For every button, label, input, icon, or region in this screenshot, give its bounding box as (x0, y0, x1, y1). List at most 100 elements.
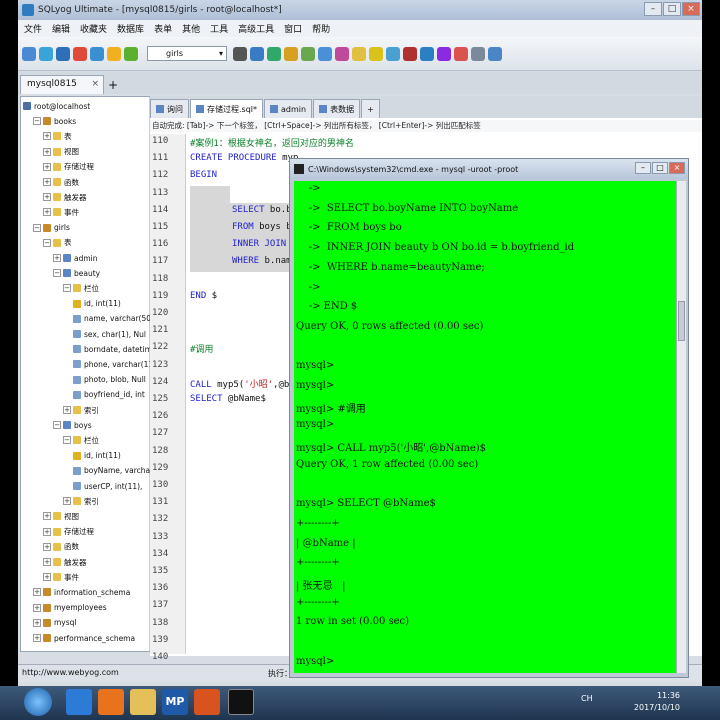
tree-item[interactable]: root@localhost (23, 99, 90, 113)
schema-icon[interactable] (335, 46, 349, 61)
tree-item[interactable]: + performance_schema (33, 631, 135, 645)
office-icon[interactable] (194, 689, 220, 715)
menu-item[interactable]: 高级工具 (238, 22, 274, 35)
tree-item[interactable]: − 栏位 (63, 433, 99, 447)
menu-item[interactable]: 表单 (154, 22, 172, 35)
report-icon[interactable] (454, 46, 468, 61)
query-icon[interactable] (267, 46, 281, 61)
editor-tab[interactable]: 存储过程.sql* (190, 99, 264, 118)
tree-item[interactable]: − boys (53, 418, 92, 432)
close-icon[interactable]: × (91, 79, 99, 89)
editor-tab[interactable]: 表数据 (313, 99, 361, 118)
mp-icon[interactable]: MP (162, 689, 188, 715)
minimize-button[interactable]: – (644, 2, 662, 16)
add-connection-button[interactable]: + (108, 76, 118, 94)
table-icon[interactable] (250, 46, 264, 61)
start-button[interactable] (24, 688, 52, 716)
expand-icon[interactable]: + (43, 512, 51, 521)
cmd-maximize-button[interactable]: □ (652, 162, 668, 174)
tree-item[interactable]: id, int(11) (73, 297, 121, 311)
tree-item[interactable]: + 视图 (43, 509, 79, 523)
sync-icon[interactable] (369, 46, 383, 61)
expand-icon[interactable]: + (63, 497, 71, 506)
tree-item[interactable]: phone, varchar(11 (73, 357, 153, 371)
tree-item[interactable]: + mysql (33, 616, 77, 630)
expand-icon[interactable]: + (43, 573, 51, 582)
expand-icon[interactable]: + (53, 254, 61, 262)
tree-item[interactable]: − beauty (53, 266, 100, 280)
tree-item[interactable]: + myemployees (33, 601, 107, 615)
tree-item[interactable]: + 触发器 (43, 555, 87, 569)
expand-icon[interactable]: + (43, 132, 51, 141)
editor-tab[interactable]: 询问 (150, 99, 189, 118)
tree-item[interactable]: + 存储过程 (43, 160, 94, 174)
expand-icon[interactable]: + (43, 193, 51, 202)
expand-icon[interactable]: + (43, 178, 51, 186)
ie-icon[interactable] (66, 689, 92, 715)
cmd-scrollbar[interactable] (676, 181, 686, 673)
delete-icon[interactable] (403, 46, 417, 61)
editor-tab[interactable]: admin (264, 99, 313, 118)
tree-item[interactable]: + 表 (43, 129, 72, 143)
import-icon[interactable] (318, 46, 332, 61)
expand-icon[interactable]: + (33, 588, 41, 597)
collapse-icon[interactable]: − (53, 421, 61, 430)
tree-item[interactable]: + 视图 (43, 145, 79, 159)
refresh-icon[interactable] (90, 46, 104, 61)
tree-item[interactable]: + information_schema (33, 585, 130, 599)
tree-item[interactable]: sex, char(1), Nul (73, 327, 146, 341)
firefox-icon[interactable] (98, 689, 124, 715)
tree-item[interactable]: − books (33, 114, 76, 128)
cmd-close-button[interactable]: × (669, 162, 685, 174)
settings-icon[interactable] (233, 46, 247, 61)
expand-icon[interactable]: + (43, 147, 51, 156)
menu-item[interactable]: 其他 (182, 22, 200, 35)
editor-tab[interactable]: + (361, 99, 380, 118)
tree-item[interactable]: + 函数 (43, 175, 79, 189)
cmd-scrollbar-thumb[interactable] (678, 301, 685, 341)
grid-icon[interactable] (471, 46, 485, 61)
stop-icon[interactable] (73, 46, 87, 61)
menu-item[interactable]: 数据库 (117, 22, 144, 35)
close-button[interactable]: × (682, 2, 700, 16)
cmd-taskbar-icon[interactable] (228, 689, 254, 715)
tree-item[interactable]: + 函数 (43, 540, 79, 554)
tree-item[interactable]: photo, blob, Null (73, 373, 146, 387)
mysql-console[interactable]: -> -> SELECT bo.boyName INTO boyName -> … (294, 181, 676, 673)
collapse-icon[interactable]: − (63, 436, 71, 445)
collapse-icon[interactable]: − (43, 238, 51, 247)
star-icon[interactable] (107, 46, 121, 61)
maximize-button[interactable]: □ (663, 2, 681, 16)
expand-icon[interactable]: + (43, 527, 51, 536)
tree-item[interactable]: + 索引 (63, 403, 99, 417)
backup-icon[interactable] (352, 46, 366, 61)
expand-icon[interactable]: + (43, 208, 51, 217)
menu-item[interactable]: 文件 (24, 22, 42, 35)
tree-item[interactable]: + 事件 (43, 205, 79, 219)
lock-icon[interactable] (284, 46, 298, 61)
menu-item[interactable]: 窗口 (284, 22, 302, 35)
status-url[interactable]: http://www.webyog.com (22, 668, 119, 677)
tree-item[interactable]: + 触发器 (43, 190, 87, 204)
database-select[interactable]: girls (147, 46, 227, 61)
collapse-icon[interactable]: − (63, 284, 71, 293)
menu-item[interactable]: 编辑 (52, 22, 70, 35)
tree-item[interactable]: name, varchar(50) (73, 312, 154, 326)
tree-item[interactable]: + 存储过程 (43, 525, 94, 539)
expand-icon[interactable]: + (63, 406, 71, 414)
tree-item[interactable]: + admin (53, 251, 98, 265)
tree-item[interactable]: id, int(11) (73, 449, 121, 463)
disconnect-icon[interactable] (56, 46, 70, 61)
collapse-icon[interactable]: − (53, 269, 61, 278)
menu-item[interactable]: 工具 (210, 22, 228, 35)
expand-icon[interactable]: + (33, 634, 41, 642)
menu-item[interactable]: 收藏夹 (80, 22, 107, 35)
expand-icon[interactable]: + (43, 162, 51, 171)
tree-item[interactable]: userCP, int(11), (73, 479, 142, 493)
input-language[interactable]: CH (581, 694, 593, 703)
tree-item[interactable]: − 栏位 (63, 281, 99, 295)
collapse-icon[interactable]: − (33, 223, 41, 232)
help-icon[interactable] (488, 46, 502, 61)
expand-icon[interactable]: + (33, 603, 41, 612)
new-connection-icon[interactable] (22, 46, 36, 61)
